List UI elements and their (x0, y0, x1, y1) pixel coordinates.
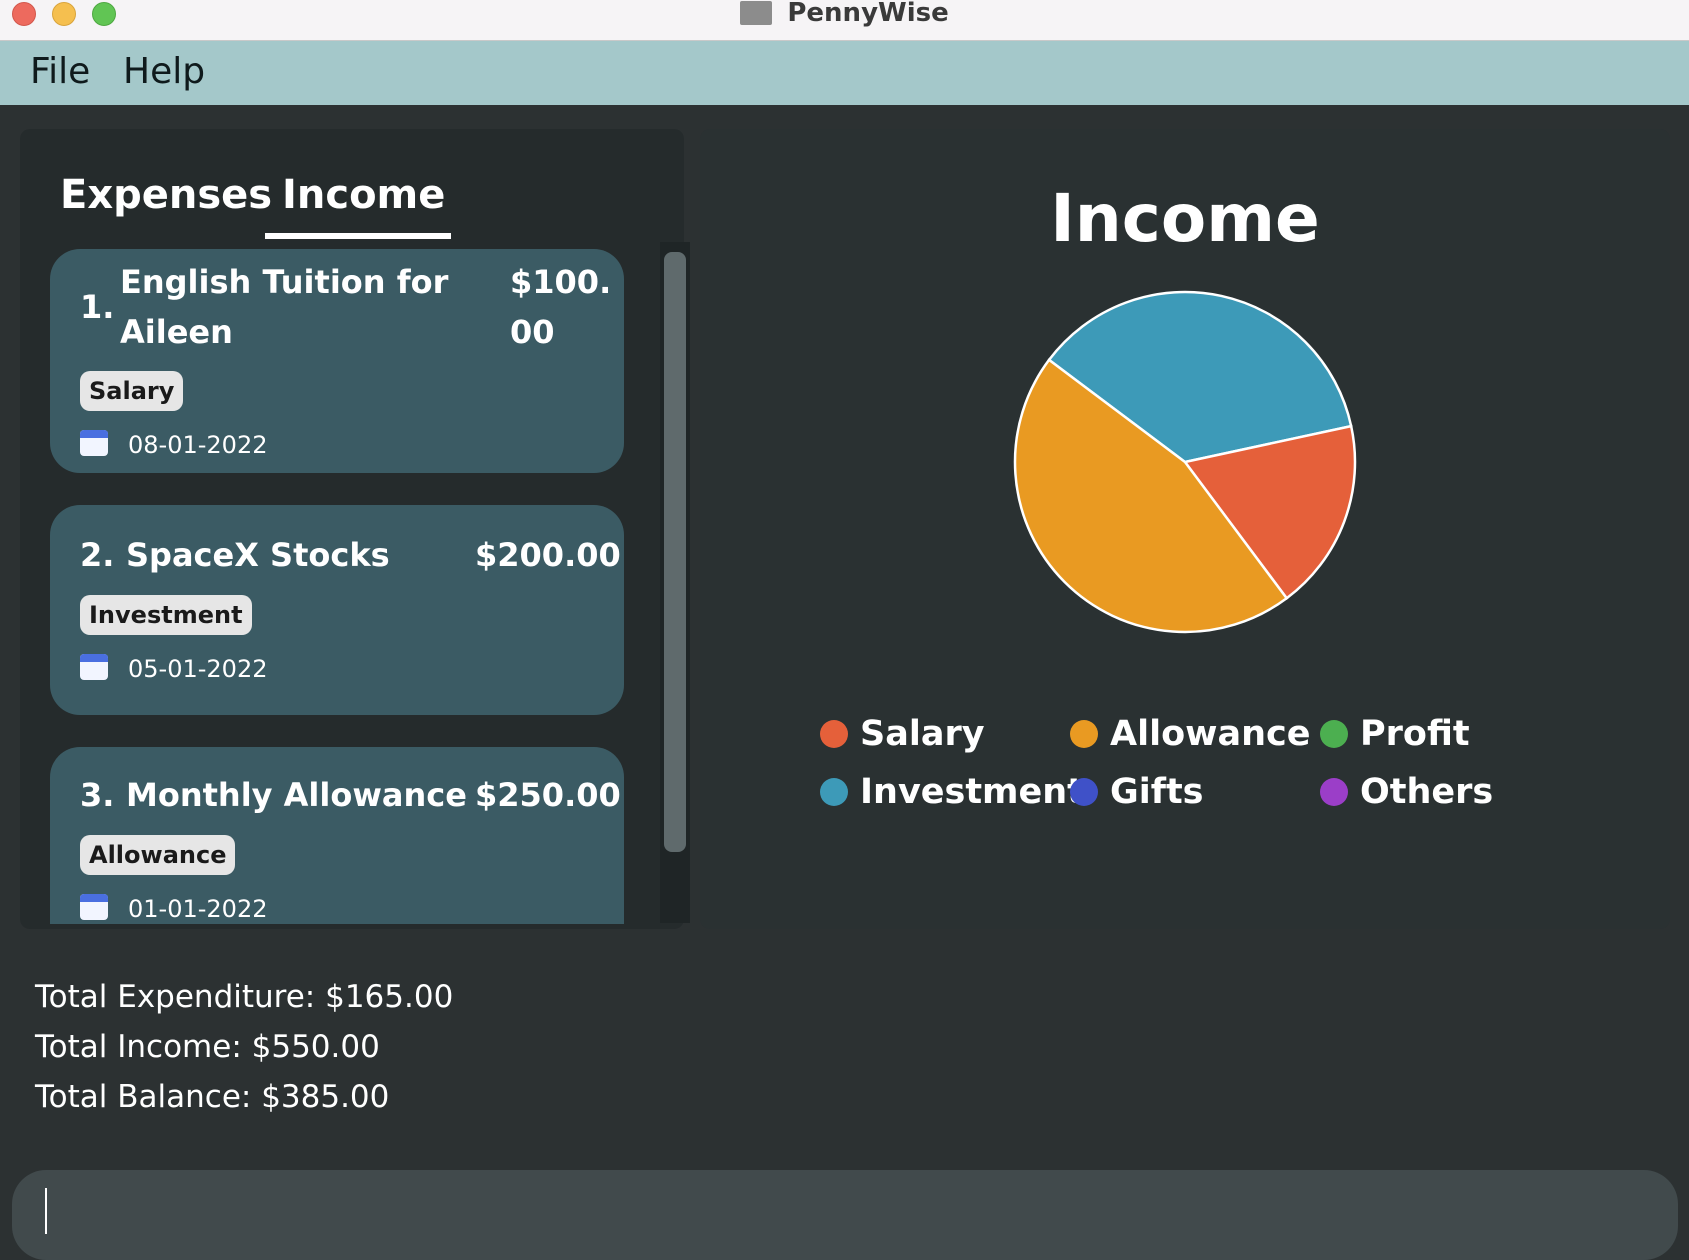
legend-dot-icon (1070, 720, 1098, 748)
chart-title: Income (1050, 180, 1320, 257)
list-item[interactable]: 2. SpaceX Stocks $200.00 Investment 05-0… (50, 505, 624, 715)
totals-summary: Total Expenditure: $165.00 Total Income:… (35, 972, 453, 1122)
chart-legend: Salary Allowance Profit Investment Gifts Othe… (820, 709, 1620, 839)
entry-amount: $100. (510, 263, 612, 301)
command-input[interactable] (52, 1180, 1656, 1242)
total-balance: Total Balance: $385.00 (35, 1079, 390, 1115)
entry-date: 08-01-2022 (128, 431, 268, 459)
legend-dot-icon (1320, 778, 1348, 806)
calendar-icon (80, 894, 108, 920)
scrollbar-thumb[interactable] (664, 252, 686, 852)
entry-description-cont: Aileen (120, 313, 233, 351)
legend-label: Salary (860, 714, 985, 754)
entry-description: English Tuition for (120, 263, 449, 301)
title-bar: PennyWise (0, 0, 1689, 41)
legend-label: Profit (1360, 714, 1470, 754)
legend-dot-icon (1320, 720, 1348, 748)
legend-dot-icon (820, 720, 848, 748)
entry-list[interactable]: 1. English Tuition for Aileen $100. 00 S… (48, 241, 648, 924)
menu-bar: File Help (0, 41, 1689, 105)
legend-label: Allowance (1110, 714, 1311, 754)
legend-label: Gifts (1110, 772, 1204, 812)
app-icon (740, 1, 773, 25)
total-income: Total Income: $550.00 (35, 1029, 380, 1065)
tab-income[interactable]: Income (282, 171, 445, 219)
category-badge: Investment (80, 595, 252, 635)
list-item[interactable]: 3. Monthly Allowance $250.00 Allowance 0… (50, 747, 624, 924)
calendar-icon (80, 654, 108, 680)
list-scrollbar[interactable] (660, 242, 690, 923)
window-title-wrap: PennyWise (0, 0, 1689, 28)
entry-amount: $250.00 (475, 776, 621, 814)
chart-panel: Income Salary Allowance Profit Investment Gi… (700, 129, 1670, 929)
entry-date: 01-01-2022 (128, 895, 268, 923)
category-badge: Salary (80, 371, 184, 411)
calendar-icon (80, 430, 108, 456)
entry-description: SpaceX Stocks (126, 536, 390, 574)
active-tab-indicator (265, 233, 451, 239)
legend-dot-icon (820, 778, 848, 806)
menu-file[interactable]: File (30, 52, 90, 92)
entry-index: 1. (80, 288, 115, 326)
text-caret (45, 1188, 47, 1234)
entry-index: 2. (80, 536, 115, 574)
entry-list-panel: Expenses Income 1. English Tuition for A… (20, 129, 690, 929)
list-item[interactable]: 1. English Tuition for Aileen $100. 00 S… (50, 249, 624, 473)
command-box[interactable] (12, 1170, 1678, 1260)
entry-amount: $200.00 (475, 536, 621, 574)
category-badge: Allowance (80, 835, 236, 875)
legend-dot-icon (1070, 778, 1098, 806)
legend-label: Investment (860, 772, 1084, 812)
legend-label: Others (1360, 772, 1494, 812)
menu-help[interactable]: Help (123, 52, 205, 92)
total-expenditure: Total Expenditure: $165.00 (35, 979, 454, 1015)
entry-description: Monthly Allowance (126, 776, 467, 814)
tab-expenses[interactable]: Expenses (60, 171, 272, 219)
entry-amount-cont: 00 (510, 313, 555, 351)
income-pie-chart (1013, 290, 1357, 634)
entry-index: 3. (80, 776, 115, 814)
entry-date: 05-01-2022 (128, 655, 268, 683)
window-title: PennyWise (787, 0, 949, 28)
